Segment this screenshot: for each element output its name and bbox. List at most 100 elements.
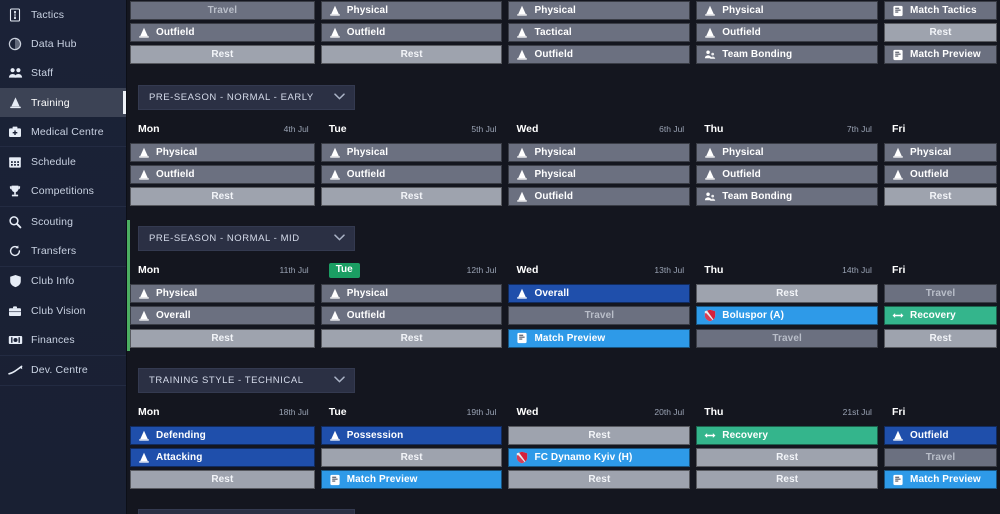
session-cell[interactable]: Team Bonding bbox=[696, 45, 879, 65]
session-cell[interactable]: Rest bbox=[320, 186, 503, 206]
session-cell[interactable]: Overall bbox=[508, 284, 691, 304]
session-cell[interactable]: Outfield bbox=[508, 186, 691, 206]
sidebar-item-schedule[interactable]: Schedule bbox=[0, 147, 126, 176]
session-cell[interactable]: Physical bbox=[696, 142, 879, 162]
session-cell[interactable]: Physical bbox=[130, 284, 315, 304]
session-cell[interactable]: Physical bbox=[320, 142, 503, 162]
sidebar-item-transfers[interactable]: Transfers bbox=[0, 236, 126, 265]
day-header-tue[interactable]: Tue 19th Jul bbox=[318, 399, 506, 425]
session-cell[interactable]: Physical bbox=[696, 1, 879, 20]
session-cell[interactable]: Outfield bbox=[320, 164, 503, 184]
session-cell[interactable]: Rest bbox=[130, 470, 315, 490]
session-cell[interactable]: Outfield bbox=[320, 23, 503, 43]
sidebar-item-scouting[interactable]: Scouting bbox=[0, 207, 126, 236]
sidebar-item-medical[interactable]: Medical Centre bbox=[0, 117, 126, 146]
session-cell[interactable]: Outfield bbox=[508, 45, 691, 65]
session-cell[interactable]: Travel bbox=[884, 447, 997, 467]
session-cell[interactable]: Outfield bbox=[696, 164, 879, 184]
day-header-mon[interactable]: Mon 11th Jul bbox=[127, 257, 318, 283]
day-header-tue[interactable]: Tue 5th Jul bbox=[318, 116, 506, 142]
day-header-mon[interactable]: Mon 4th Jul bbox=[127, 116, 318, 142]
day-header-fri[interactable]: Fri bbox=[881, 257, 1000, 283]
session-cell[interactable]: Recovery bbox=[696, 425, 879, 445]
sidebar-item-dev-centre[interactable]: Dev. Centre bbox=[0, 356, 126, 385]
session-cell[interactable]: Rest bbox=[884, 328, 997, 348]
session-cell[interactable]: Rest bbox=[884, 186, 997, 206]
session-cell[interactable]: Possession bbox=[320, 425, 503, 445]
day-header-wed[interactable]: Wed 20th Jul bbox=[505, 399, 693, 425]
bonding-icon bbox=[704, 49, 716, 61]
day-header-wed[interactable]: Wed 6th Jul bbox=[505, 116, 693, 142]
session-cell[interactable]: Match Preview bbox=[884, 45, 997, 65]
session-cell[interactable]: Outfield bbox=[884, 164, 997, 184]
session-cell[interactable]: Physical bbox=[320, 1, 503, 20]
day-header-mon[interactable]: Mon 18th Jul bbox=[127, 399, 318, 425]
session-cell[interactable]: Rest bbox=[884, 23, 997, 43]
session-cell[interactable]: Physical bbox=[884, 142, 997, 162]
day-header-fri[interactable]: Fri bbox=[881, 116, 1000, 142]
training-style-dropdown[interactable]: PRE-SEASON - NORMAL - MID bbox=[138, 226, 355, 252]
session-cell[interactable]: Match Preview bbox=[884, 470, 997, 490]
session-cell[interactable]: Outfield bbox=[696, 23, 879, 43]
session-cell[interactable]: Outfield bbox=[884, 425, 997, 445]
session-cell[interactable]: Rest bbox=[696, 447, 879, 467]
sidebar-item-competitions[interactable]: Competitions bbox=[0, 177, 126, 206]
session-cell[interactable]: Tactical bbox=[508, 23, 691, 43]
training-style-dropdown[interactable]: PRE-SEASON - NORMAL - EARLY bbox=[138, 84, 355, 110]
session-cell[interactable]: Rest bbox=[696, 284, 879, 304]
sidebar-item-finances[interactable]: Finances bbox=[0, 325, 126, 354]
sidebar-item-club-info[interactable]: Club Info bbox=[0, 267, 126, 296]
session-cell[interactable]: Recovery bbox=[884, 306, 997, 326]
session-cell[interactable]: FC Dynamo Kyiv (H) bbox=[508, 447, 691, 467]
session-cell[interactable]: Attacking bbox=[130, 447, 315, 467]
session-cell[interactable]: Physical bbox=[130, 142, 315, 162]
sidebar-item-tactics[interactable]: Tactics bbox=[0, 0, 126, 29]
day-header-thu[interactable]: Thu 7th Jul bbox=[693, 116, 881, 142]
training-style-dropdown[interactable]: TRAINING STYLE - ATTACK bbox=[138, 509, 355, 514]
session-cell[interactable]: Team Bonding bbox=[696, 186, 879, 206]
session-cell[interactable]: Rest bbox=[696, 470, 879, 490]
session-cell[interactable]: Rest bbox=[130, 186, 315, 206]
training-style-dropdown[interactable]: TRAINING STYLE - TECHNICAL bbox=[138, 367, 355, 393]
session-cell[interactable]: Rest bbox=[508, 425, 691, 445]
session-cell[interactable]: Rest bbox=[320, 328, 503, 348]
session-cell[interactable]: Match Preview bbox=[320, 470, 503, 490]
session-cell[interactable]: Travel bbox=[130, 1, 315, 20]
session-cell[interactable]: Rest bbox=[508, 470, 691, 490]
session-row: Overall Outfield Travel Boluspor (A) Recover… bbox=[127, 306, 1000, 328]
day-header-tue[interactable]: Tue 12th Jul bbox=[318, 257, 506, 283]
sidebar-item-label: Dev. Centre bbox=[31, 364, 88, 377]
session-cell[interactable]: Defending bbox=[130, 425, 315, 445]
session-cell[interactable]: Outfield bbox=[320, 306, 503, 326]
session-cell[interactable]: Travel bbox=[508, 306, 691, 326]
session-cell[interactable]: Physical bbox=[508, 164, 691, 184]
session-cell[interactable]: Travel bbox=[696, 328, 879, 348]
session-cell[interactable]: Match Tactics bbox=[884, 1, 997, 20]
session-cell[interactable]: Physical bbox=[320, 284, 503, 304]
session-cell[interactable]: Overall bbox=[130, 306, 315, 326]
session-cell[interactable]: Physical bbox=[508, 142, 691, 162]
session-cell[interactable]: Rest bbox=[130, 328, 315, 348]
session-row: Travel Physical Physical Physical Match Tact… bbox=[127, 1, 1000, 23]
session-cell[interactable]: Match Preview bbox=[508, 328, 691, 348]
session-cell[interactable]: Rest bbox=[320, 45, 503, 65]
sidebar-item-club-vision[interactable]: Club Vision bbox=[0, 296, 126, 325]
session-cell[interactable]: Rest bbox=[320, 447, 503, 467]
session-cell[interactable]: Outfield bbox=[130, 164, 315, 184]
sidebar-item-training[interactable]: Training bbox=[0, 87, 126, 118]
session-cell[interactable]: Travel bbox=[884, 284, 997, 304]
day-header-wed[interactable]: Wed 13th Jul bbox=[505, 257, 693, 283]
day-header-thu[interactable]: Thu 14th Jul bbox=[693, 257, 881, 283]
sidebar-item-data-hub[interactable]: Data Hub bbox=[0, 29, 126, 58]
sidebar-item-staff[interactable]: Staff bbox=[0, 59, 126, 88]
day-header-thu[interactable]: Thu 21st Jul bbox=[693, 399, 881, 425]
session-cell[interactable]: Outfield bbox=[130, 23, 315, 43]
session-cell[interactable]: Boluspor (A) bbox=[696, 306, 879, 326]
cone-icon bbox=[516, 288, 528, 300]
session-cell[interactable]: Rest bbox=[130, 45, 315, 65]
day-header-fri[interactable]: Fri bbox=[881, 399, 1000, 425]
day-name: Tue bbox=[328, 405, 347, 418]
session-cell[interactable]: Physical bbox=[508, 1, 691, 20]
session-slot: Travel bbox=[505, 306, 693, 328]
day-date: 5th Jul bbox=[471, 123, 497, 134]
